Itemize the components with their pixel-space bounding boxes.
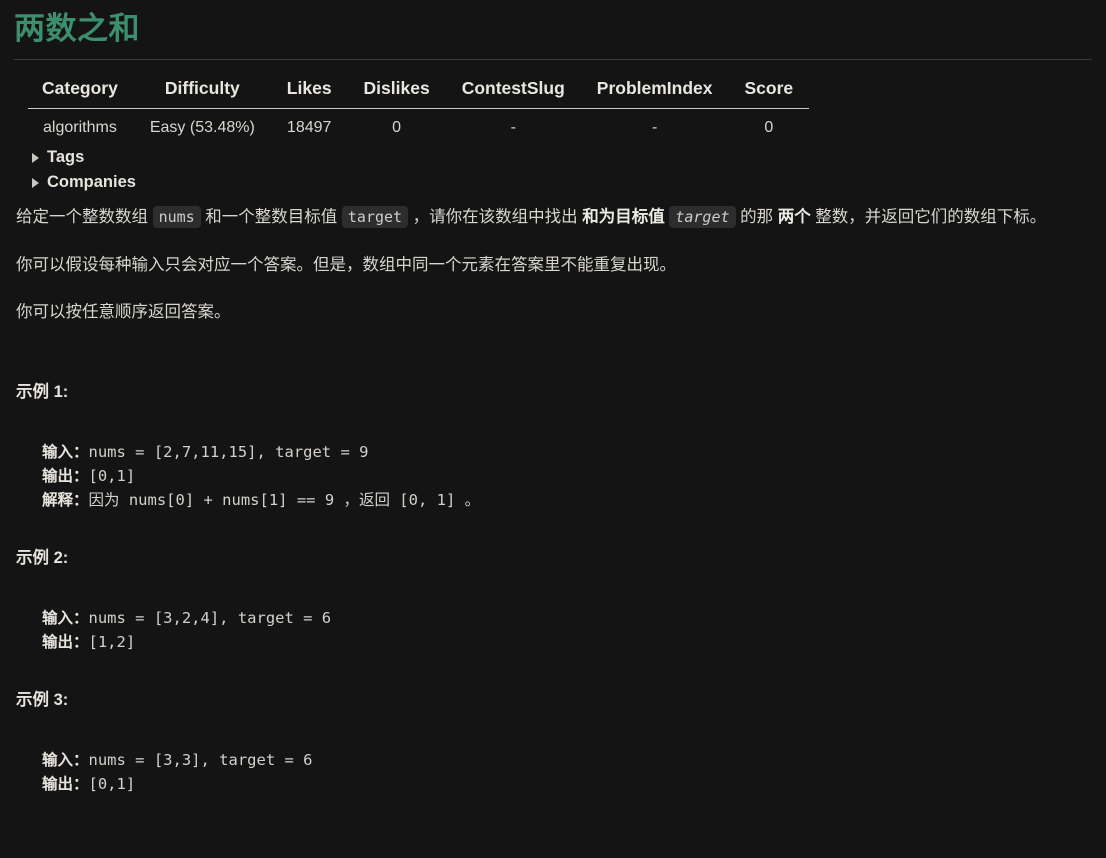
table-header-row: Category Difficulty Likes Dislikes Conte… (28, 72, 810, 110)
disclosure-tags[interactable]: Tags (14, 145, 1092, 170)
desc-text-6: 整数，并返回它们的数组下标。 (810, 208, 1047, 227)
problem-meta-table-wrapper: Category Difficulty Likes Dislikes Conte… (14, 60, 1092, 145)
column-header-dislikes: Dislikes (347, 72, 446, 110)
example-1-line-2-label: 输出： (42, 466, 89, 485)
column-header-contestslug: ContestSlug (445, 72, 581, 110)
example-1-code-block: 输入：nums = [2,7,11,15], target = 9 输出：[0,… (14, 440, 1092, 512)
column-header-score: Score (728, 72, 810, 110)
cell-category: algorithms (43, 119, 117, 137)
table-row: algorithms Easy (53.48%) 18497 0 - - 0 (28, 109, 809, 146)
example-3-heading: 示例 3: (16, 690, 69, 709)
example-1-heading: 示例 1: (16, 382, 69, 401)
inline-code-nums: nums (152, 206, 201, 229)
example-1-line-3-value: 因为 nums[0] + nums[1] == 9 ，返回 [0, 1] 。 (88, 490, 481, 509)
example-3-line-2-value: [0,1] (88, 774, 136, 793)
disclosure-companies-label: Companies (47, 173, 136, 192)
column-header-category: Category (28, 72, 134, 110)
cell-difficulty: Easy (53.48%) (149, 119, 255, 137)
description-paragraph-3: 你可以按任意顺序返回答案。 (16, 303, 231, 322)
desc-text-3: ，请你在该数组中找出 (408, 208, 583, 227)
column-header-difficulty: Difficulty (133, 72, 271, 110)
desc-text-2: 和一个整数目标值 (200, 208, 342, 227)
inline-code-target: target (341, 206, 409, 229)
example-1-line-3-label: 解释： (42, 490, 89, 509)
example-3-line-1-label: 输入： (42, 750, 89, 769)
problem-meta-table: Category Difficulty Likes Dislikes Conte… (28, 72, 810, 146)
desc-bold-sum-equals-target: 和为目标值 (582, 208, 665, 227)
example-3-line-1-value: nums = [3,3], target = 6 (88, 750, 313, 769)
example-1-line-2-value: [0,1] (88, 466, 136, 485)
desc-text-5: 的那 (735, 208, 778, 227)
example-2-line-1-value: nums = [3,2,4], target = 6 (88, 608, 332, 627)
example-1-line-1-label: 输入： (42, 442, 89, 461)
disclosure-tags-label: Tags (47, 148, 85, 167)
description-paragraph-2: 你可以假设每种输入只会对应一个答案。但是，数组中同一个元素在答案里不能重复出现。 (16, 255, 676, 274)
example-2-line-1-label: 输入： (42, 608, 89, 627)
example-3-line-2-label: 输出： (42, 774, 89, 793)
column-header-likes: Likes (270, 72, 348, 110)
triangle-right-icon (32, 152, 39, 163)
cell-contestslug: - (510, 119, 516, 137)
example-3-code-block: 输入：nums = [3,3], target = 6 输出：[0,1] (14, 748, 1092, 796)
example-1-line-1-value: nums = [2,7,11,15], target = 9 (88, 442, 369, 461)
example-2-code-block: 输入：nums = [3,2,4], target = 6 输出：[1,2] (14, 606, 1092, 654)
desc-text-1: 给定一个整数数组 (16, 208, 153, 227)
problem-page: 两数之和 Category Difficulty Likes Dislikes … (0, 0, 1106, 796)
description-paragraph-1: 给定一个整数数组 nums 和一个整数目标值 target ，请你在该数组中找出… (14, 205, 1092, 231)
disclosure-companies[interactable]: Companies (14, 170, 1092, 195)
cell-score: 0 (764, 119, 774, 137)
table-body: algorithms Easy (53.48%) 18497 0 - - 0 (28, 109, 809, 146)
page-title: 两数之和 (14, 11, 140, 46)
triangle-right-icon (32, 177, 39, 188)
column-header-problemindex: ProblemIndex (580, 72, 729, 110)
cell-problemindex: - (651, 119, 658, 137)
desc-bold-two: 两个 (777, 208, 811, 227)
inline-code-target-emphasis: target (669, 206, 736, 229)
example-2-line-2-label: 输出： (42, 632, 89, 651)
cell-dislikes: 0 (392, 119, 402, 137)
cell-likes: 18497 (286, 119, 332, 137)
table-header: Category Difficulty Likes Dislikes Conte… (28, 72, 810, 110)
example-2-heading: 示例 2: (16, 548, 69, 567)
example-2-line-2-value: [1,2] (88, 632, 136, 651)
